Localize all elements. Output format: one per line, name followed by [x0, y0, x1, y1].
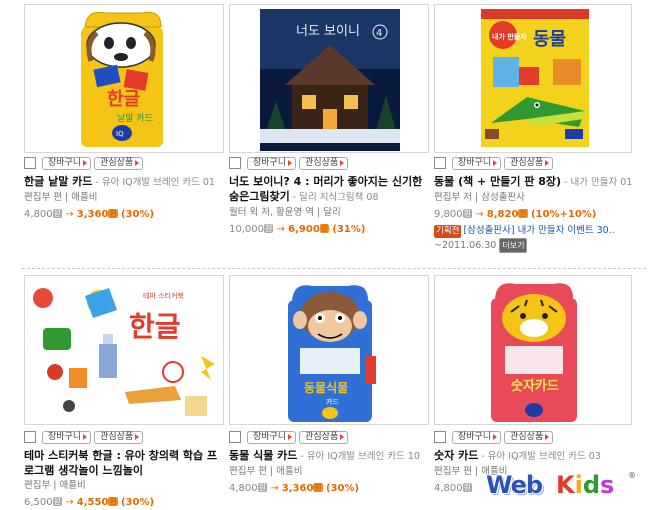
- product-author-publisher: 월터 윅 저, 황윤영 역 | 달리: [229, 207, 341, 218]
- product-actions: 장바구니 관심상품: [229, 156, 349, 170]
- add-to-cart-button[interactable]: 장바구니: [452, 430, 502, 444]
- product-title[interactable]: 숫자 카드 - 유아 IQ개발 브레인 카드 03: [434, 448, 636, 464]
- product-title[interactable]: 테마 스티커북 한글 : 유아 창의력 학습 프로그램 생각놀이 느낌놀이: [24, 448, 226, 478]
- add-to-cart-button[interactable]: 장바구니: [247, 156, 297, 170]
- select-checkbox[interactable]: [434, 157, 446, 169]
- add-to-cart-button[interactable]: 장바구니: [452, 156, 502, 170]
- product-author-publisher: 편집부 저 | 삼성출판사: [434, 192, 525, 203]
- svg-text:테마 스티커북: 테마 스티커북: [143, 291, 184, 300]
- product-cover-image[interactable]: 숫자카드: [434, 275, 632, 425]
- arrow-right-icon: [545, 434, 550, 440]
- event-tag: 기획전: [434, 225, 462, 238]
- product-card: 테마 스티커북 한글 장바구니 관심상품 테마 스티커북 한글: 유아 창의력…: [24, 272, 228, 510]
- product-grid: 한글 낱말 카드 IQ 장바구니 관심상품 한글 낱말 카드 - 유아 IQ개발…: [0, 0, 650, 510]
- svg-text:너도 보이니: 너도 보이니: [296, 24, 360, 39]
- product-actions: 장바구니 관심상품: [229, 430, 349, 444]
- arrow-right-icon: [493, 160, 498, 166]
- product-card: 한글 낱말 카드 IQ 장바구니 관심상품 한글 낱말 카드 - 유아 IQ개발…: [24, 0, 228, 268]
- svg-text:4: 4: [376, 28, 382, 39]
- product-cover-image[interactable]: 동물식물 카드: [229, 275, 429, 425]
- select-checkbox[interactable]: [24, 157, 36, 169]
- arrow-right-icon: [545, 160, 550, 166]
- add-to-cart-button[interactable]: 장바구니: [42, 430, 92, 444]
- product-info: 테마 스티커북 한글 : 유아 창의력 학습 프로그램 생각놀이 느낌놀이 편집…: [24, 448, 226, 510]
- arrow-right-icon: [135, 434, 140, 440]
- add-to-wishlist-button[interactable]: 관심상품: [94, 156, 144, 170]
- webkids-logo: Web Kids ®: [486, 471, 636, 499]
- product-card: 동물식물 카드 장바구니 관심상품 동물 식물 카드 - 유아 IQ개발 브레인…: [229, 272, 433, 510]
- product-title[interactable]: 동물 식물 카드 - 유아 IQ개발 브레인 카드 10: [229, 448, 431, 464]
- arrow-right-icon: [288, 434, 293, 440]
- product-cover-image[interactable]: 테마 스티커북 한글: [24, 275, 224, 425]
- add-to-wishlist-button[interactable]: 관심상품: [299, 430, 349, 444]
- svg-text:동물: 동물: [533, 29, 566, 50]
- arrow-right-icon: [288, 160, 293, 166]
- add-to-wishlist-button[interactable]: 관심상품: [504, 156, 554, 170]
- product-price: 9,800원 → 8,820원 (10%+10%): [434, 209, 597, 220]
- product-price: 4,800원 → 3,360원 (30%): [24, 209, 155, 220]
- product-author-publisher: 편집부 | 애플비: [24, 480, 86, 491]
- product-card: 너도 보이니 4 장바구니 관심상품 너도 보이니? 4 : 머리가 좋아지는 …: [229, 0, 433, 268]
- product-info: 동물 식물 카드 - 유아 IQ개발 브레인 카드 10 편집부 편 | 애플비…: [229, 448, 431, 496]
- product-title[interactable]: 한글 낱말 카드 - 유아 IQ개발 브레인 카드 01: [24, 174, 226, 190]
- product-actions: 장바구니 관심상품: [24, 430, 144, 444]
- logo-kids-text: Kids: [556, 471, 615, 499]
- svg-text:한글: 한글: [129, 310, 181, 343]
- product-card: 내가 만들자 동물 장바구니 관심상품 동물 (책 + 만들기 판 8장) - …: [434, 0, 638, 268]
- svg-text:한글: 한글: [107, 89, 140, 110]
- svg-text:내가 만들자: 내가 만들자: [492, 32, 527, 41]
- add-to-wishlist-button[interactable]: 관심상품: [94, 430, 144, 444]
- product-info: 동물 (책 + 만들기 판 8장) - 내가 만들자 01 편집부 저 | 삼성…: [434, 174, 636, 253]
- arrow-right-icon: [493, 434, 498, 440]
- add-to-cart-button[interactable]: 장바구니: [42, 156, 92, 170]
- svg-text:카드: 카드: [326, 397, 339, 406]
- arrow-right-icon: [340, 160, 345, 166]
- add-to-wishlist-button[interactable]: 관심상품: [504, 430, 554, 444]
- event-link[interactable]: 기획전 [삼성출판사] 내가 만들자 이벤트 30..: [434, 224, 636, 238]
- product-author-publisher: 편집부 편 | 애플비: [24, 192, 98, 203]
- arrow-right-icon: [340, 434, 345, 440]
- product-price: 6,500원 → 4,550원 (30%): [24, 497, 155, 508]
- product-price: 4,800원 → 3,360원 (30%): [229, 483, 360, 494]
- select-checkbox[interactable]: [24, 431, 36, 443]
- more-button[interactable]: 더보기: [499, 238, 528, 253]
- product-row-1: 한글 낱말 카드 IQ 장바구니 관심상품 한글 낱말 카드 - 유아 IQ개발…: [0, 0, 650, 268]
- row-divider: [22, 268, 646, 269]
- select-checkbox[interactable]: [434, 431, 446, 443]
- arrow-right-icon: [83, 434, 88, 440]
- add-to-cart-button[interactable]: 장바구니: [247, 430, 297, 444]
- add-to-wishlist-button[interactable]: 관심상품: [299, 156, 349, 170]
- product-actions: 장바구니 관심상품: [434, 430, 554, 444]
- svg-text:동물식물: 동물식물: [304, 380, 348, 395]
- product-info: 너도 보이니? 4 : 머리가 좋아지는 신기한 숨은그림찾기 - 달리 지식그…: [229, 174, 431, 237]
- product-actions: 장바구니 관심상품: [24, 156, 144, 170]
- product-cover-image[interactable]: 한글 낱말 카드 IQ: [24, 4, 224, 153]
- product-price: 10,000원 → 6,900원 (31%): [229, 224, 366, 235]
- arrow-right-icon: [83, 160, 88, 166]
- product-actions: 장바구니 관심상품: [434, 156, 554, 170]
- svg-text:IQ: IQ: [116, 130, 124, 138]
- product-cover-image[interactable]: 너도 보이니 4: [229, 4, 429, 153]
- svg-text:숫자카드: 숫자카드: [511, 379, 559, 394]
- product-title[interactable]: 동물 (책 + 만들기 판 8장) - 내가 만들자 01: [434, 174, 636, 190]
- svg-text:낱말 카드: 낱말 카드: [117, 112, 153, 124]
- arrow-right-icon: [135, 160, 140, 166]
- product-title[interactable]: 너도 보이니? 4 : 머리가 좋아지는 신기한 숨은그림찾기 - 달리 지식그…: [229, 174, 431, 205]
- select-checkbox[interactable]: [229, 431, 241, 443]
- select-checkbox[interactable]: [229, 157, 241, 169]
- product-info: 한글 낱말 카드 - 유아 IQ개발 브레인 카드 01 편집부 편 | 애플비…: [24, 174, 226, 222]
- product-author-publisher: 편집부 편 | 애플비: [229, 466, 303, 477]
- event-period: ~2011.06.30 더보기: [434, 238, 636, 253]
- product-cover-image[interactable]: 내가 만들자 동물: [434, 4, 632, 153]
